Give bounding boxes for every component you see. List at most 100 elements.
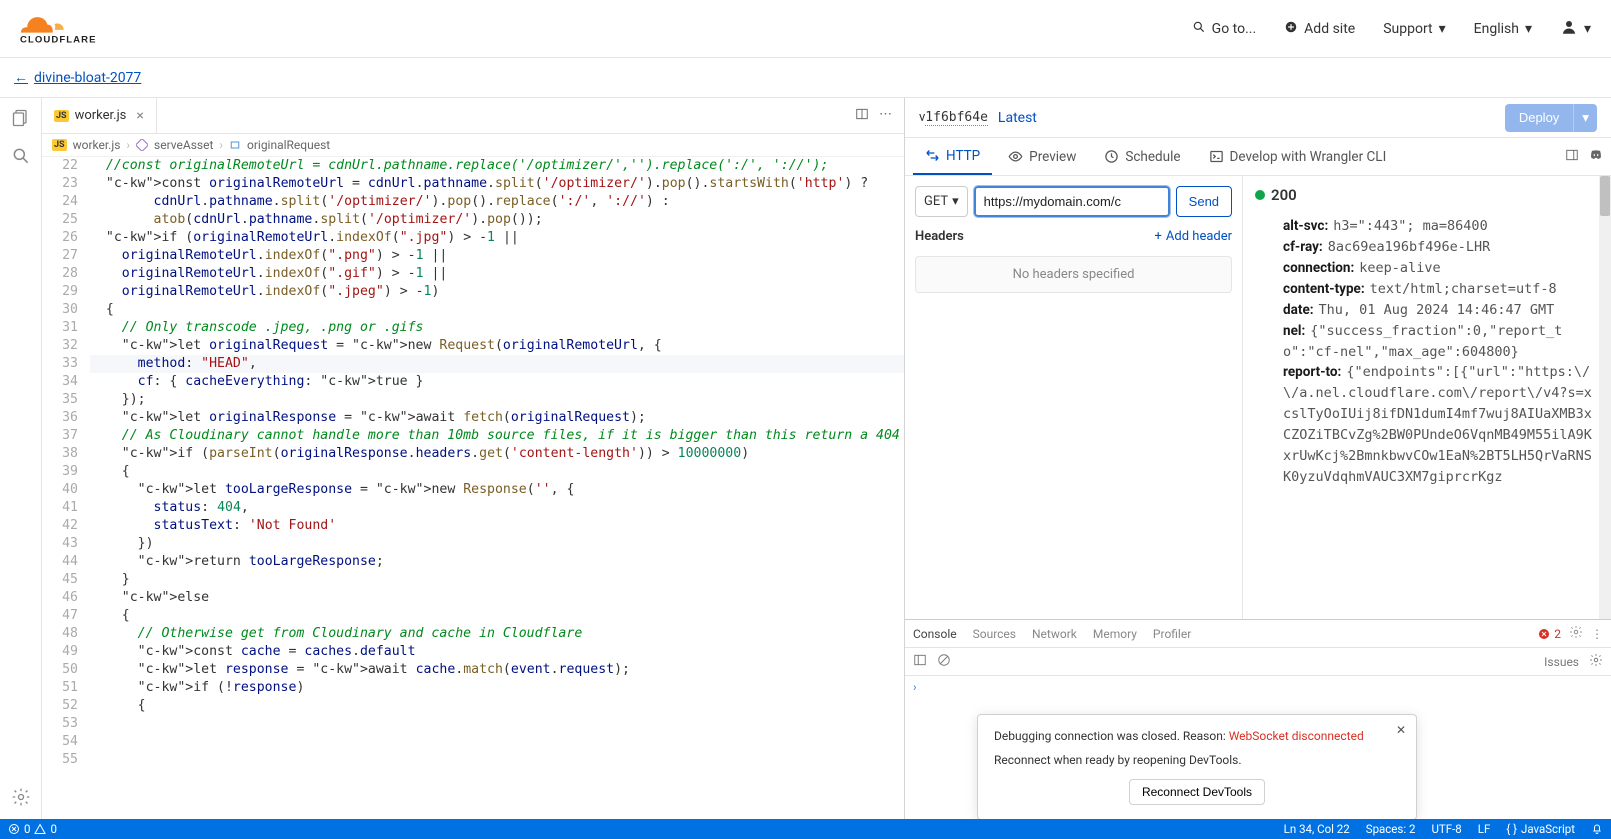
discord-icon[interactable] xyxy=(1589,148,1603,166)
no-headers-message: No headers specified xyxy=(915,256,1232,293)
code-text[interactable]: //const originalRemoteUrl = cdnUrl.pathn… xyxy=(90,157,904,819)
clock-icon xyxy=(1104,149,1119,164)
warning-icon xyxy=(34,823,46,835)
tab-worker-js[interactable]: JS worker.js × xyxy=(42,98,157,133)
status-bar: 0 0 Ln 34, Col 22 Spaces: 2 UTF-8 LF { }… xyxy=(0,819,1611,839)
status-dot-icon xyxy=(1255,190,1265,200)
devtools-more-icon[interactable]: ⋮ xyxy=(1591,627,1603,641)
http-icon xyxy=(925,148,940,163)
plus-circle-icon xyxy=(1284,20,1298,38)
right-tabs: HTTP Preview Schedule Develop with Wrang… xyxy=(905,138,1611,176)
breadcrumb-bar: ← divine-bloat-2077 xyxy=(0,58,1611,98)
arrow-left-icon: ← xyxy=(14,69,28,86)
editor-tabs: JS worker.js × ⋯ xyxy=(42,98,904,134)
close-icon[interactable]: ✕ xyxy=(1396,723,1406,737)
close-icon[interactable]: × xyxy=(136,108,143,124)
terminal-icon xyxy=(1209,149,1224,164)
main-content: JS worker.js × ⋯ JS worker.js › serveAss… xyxy=(0,98,1611,819)
status-errors[interactable]: 0 0 xyxy=(8,822,57,836)
devtools-tab-memory[interactable]: Memory xyxy=(1093,627,1137,641)
cloudflare-logo[interactable]: CLOUDFLARE xyxy=(20,11,120,47)
sidebar-toggle-icon[interactable] xyxy=(913,653,927,670)
eol[interactable]: LF xyxy=(1478,822,1491,836)
indentation[interactable]: Spaces: 2 xyxy=(1366,822,1416,836)
back-link[interactable]: ← divine-bloat-2077 xyxy=(14,69,141,86)
editor-column: JS worker.js × ⋯ JS worker.js › serveAss… xyxy=(0,98,905,819)
devtools-tab-console[interactable]: Console xyxy=(913,627,957,641)
tab-wrangler[interactable]: Develop with Wrangler CLI xyxy=(1197,138,1399,175)
right-column: v1f6bf64e Latest Deploy ▾ HTTP Preview S… xyxy=(905,98,1611,819)
line-gutter: 2223242526272829303132333435363738394041… xyxy=(42,157,90,819)
bell-icon[interactable] xyxy=(1591,823,1603,835)
error-icon xyxy=(8,823,20,835)
js-file-icon: JS xyxy=(54,110,69,122)
settings-icon[interactable] xyxy=(11,787,31,807)
right-body: GET ▾ Send Headers + Add header No heade… xyxy=(905,176,1611,619)
url-input[interactable] xyxy=(974,186,1170,217)
deploy-button[interactable]: Deploy xyxy=(1505,104,1573,132)
eye-icon xyxy=(1008,149,1023,164)
chevron-down-icon: ▾ xyxy=(1584,21,1591,37)
response-headers: alt-svc:h3=":443"; ma=86400cf-ray:8ac69e… xyxy=(1283,216,1599,488)
top-nav: Go to... Add site Support ▾ English ▾ ▾ xyxy=(1192,18,1591,40)
editor-area: JS worker.js × ⋯ JS worker.js › serveAss… xyxy=(42,98,904,819)
add-header-button[interactable]: + Add header xyxy=(1155,229,1233,244)
devtools-popup: ✕ Debugging connection was closed. Reaso… xyxy=(977,714,1417,819)
plus-icon: + xyxy=(1155,229,1162,244)
activity-bar xyxy=(0,98,42,819)
console-prompt-icon: › xyxy=(913,680,917,694)
tab-schedule[interactable]: Schedule xyxy=(1092,138,1192,175)
encoding[interactable]: UTF-8 xyxy=(1431,822,1461,836)
chevron-down-icon: ▾ xyxy=(952,194,959,209)
language-dropdown[interactable]: English ▾ xyxy=(1474,21,1532,37)
search-icon[interactable] xyxy=(11,146,31,166)
devtools-tab-profiler[interactable]: Profiler xyxy=(1153,627,1191,641)
version-bar: v1f6bf64e Latest Deploy ▾ xyxy=(905,98,1611,138)
support-dropdown[interactable]: Support ▾ xyxy=(1383,21,1445,37)
svg-text:CLOUDFLARE: CLOUDFLARE xyxy=(20,34,97,45)
devtools-tab-network[interactable]: Network xyxy=(1032,627,1077,641)
headers-label: Headers xyxy=(915,229,964,244)
error-icon xyxy=(1538,628,1550,640)
variable-icon xyxy=(229,139,241,151)
chevron-down-icon: ▾ xyxy=(1439,21,1446,37)
code-breadcrumbs[interactable]: JS worker.js › serveAsset › originalRequ… xyxy=(42,134,904,157)
user-menu[interactable]: ▾ xyxy=(1560,18,1591,40)
reconnect-button[interactable]: Reconnect DevTools xyxy=(1129,779,1265,805)
send-button[interactable]: Send xyxy=(1176,186,1232,217)
code-editor[interactable]: 2223242526272829303132333435363738394041… xyxy=(42,157,904,819)
devtools-tabs: Console Sources Network Memory Profiler … xyxy=(905,620,1611,648)
goto-button[interactable]: Go to... xyxy=(1192,20,1257,38)
response-status: 200 xyxy=(1255,186,1599,204)
version-hash[interactable]: 1f6bf64e xyxy=(925,110,988,126)
version-latest[interactable]: Latest xyxy=(998,110,1037,126)
method-select[interactable]: GET ▾ xyxy=(915,186,968,217)
js-file-icon: JS xyxy=(52,139,67,151)
devtools-tab-sources[interactable]: Sources xyxy=(973,627,1016,641)
top-header: CLOUDFLARE Go to... Add site Support ▾ E… xyxy=(0,0,1611,58)
language-mode[interactable]: { } JavaScript xyxy=(1506,822,1575,836)
more-icon[interactable]: ⋯ xyxy=(879,107,892,125)
cursor-position[interactable]: Ln 34, Col 22 xyxy=(1284,822,1350,836)
scrollbar[interactable] xyxy=(1599,176,1611,619)
console-body[interactable]: › ✕ Debugging connection was closed. Rea… xyxy=(905,676,1611,819)
devtools-panel: Console Sources Network Memory Profiler … xyxy=(905,619,1611,819)
user-icon xyxy=(1560,18,1578,40)
devtools-toolbar: Issues xyxy=(905,648,1611,676)
split-editor-icon[interactable] xyxy=(855,107,869,125)
clear-console-icon[interactable] xyxy=(937,653,951,670)
panel-icon[interactable] xyxy=(1565,148,1579,166)
chevron-down-icon: ▾ xyxy=(1525,21,1532,37)
issues-label[interactable]: Issues xyxy=(1544,655,1579,669)
search-icon xyxy=(1192,20,1206,38)
devtools-settings-icon[interactable] xyxy=(1589,653,1603,670)
tab-http[interactable]: HTTP xyxy=(913,138,992,175)
response-pane: 200 alt-svc:h3=":443"; ma=86400cf-ray:8a… xyxy=(1243,176,1611,619)
tab-preview[interactable]: Preview xyxy=(996,138,1088,175)
explorer-icon[interactable] xyxy=(11,108,31,128)
add-site-button[interactable]: Add site xyxy=(1284,20,1355,38)
devtools-settings-icon[interactable] xyxy=(1569,625,1583,642)
error-count-badge[interactable]: 2 xyxy=(1538,627,1561,641)
deploy-dropdown[interactable]: ▾ xyxy=(1573,104,1597,132)
method-icon xyxy=(136,139,148,151)
